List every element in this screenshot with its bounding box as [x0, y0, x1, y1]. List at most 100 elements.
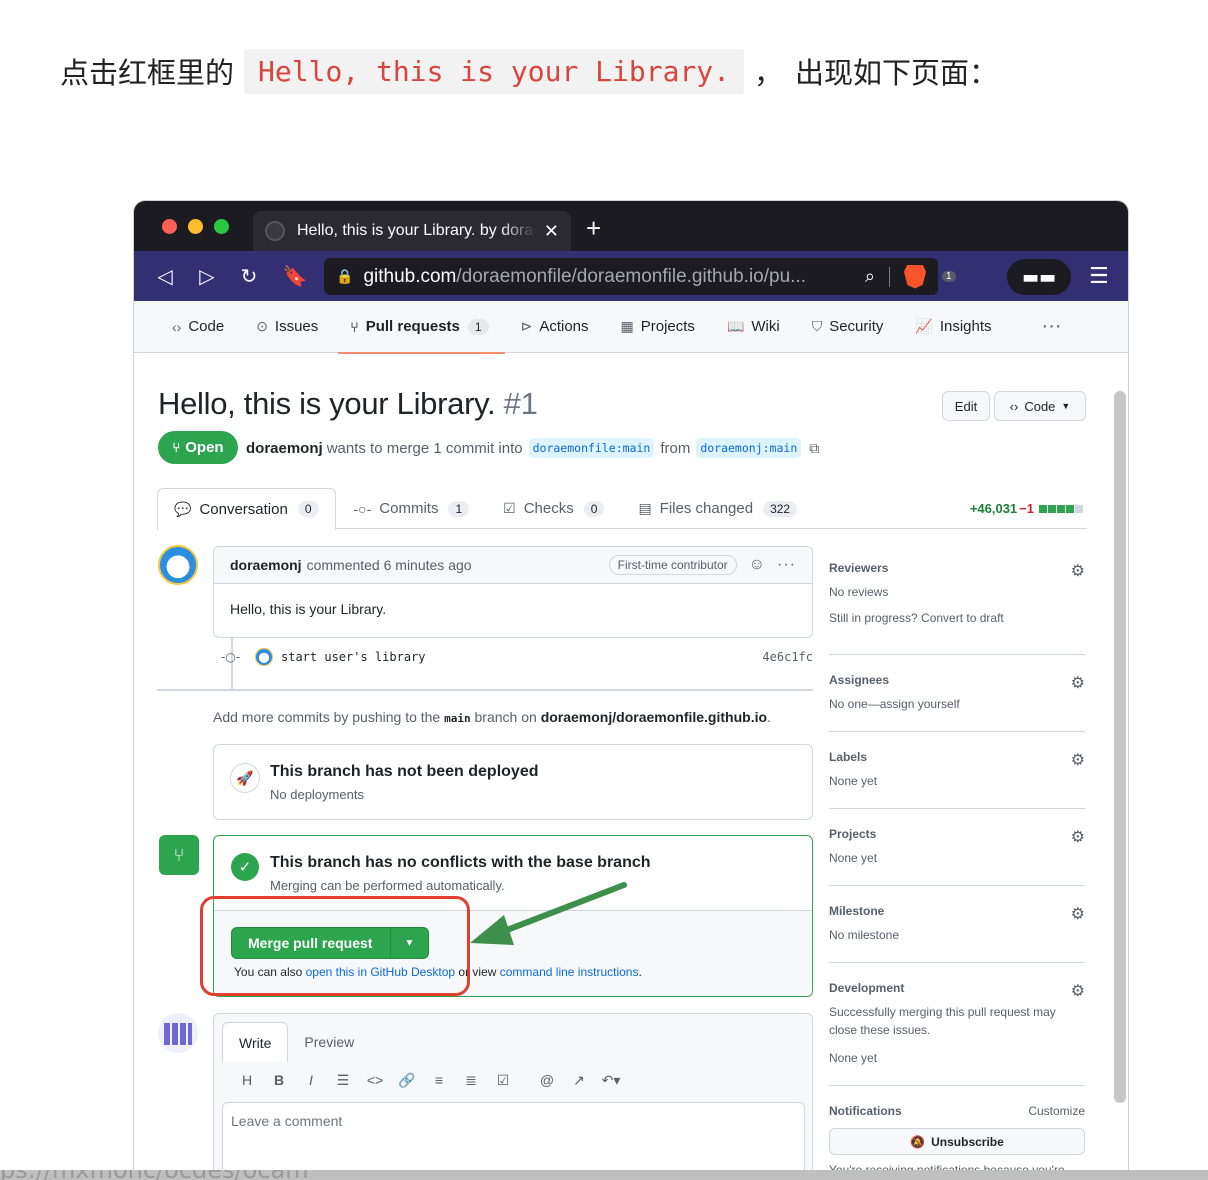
reply-icon[interactable]: ↶▾	[595, 1072, 627, 1089]
sidebar-text: No reviews	[829, 585, 889, 599]
tab-conversation[interactable]: 💬 Conversation 0	[157, 488, 336, 530]
commit-message[interactable]: start user's library	[281, 650, 426, 664]
tab-commits[interactable]: -○- Commits 1	[338, 488, 486, 529]
comment-meta[interactable]: commented 6 minutes ago	[307, 557, 472, 573]
close-tab-icon[interactable]: ✕	[544, 221, 559, 242]
edit-button[interactable]: Edit	[942, 391, 990, 421]
tab-count: 0	[297, 501, 319, 517]
back-icon[interactable]: ◁	[152, 263, 178, 289]
repo-tab-issues[interactable]: ⊙ Issues	[256, 301, 318, 353]
sidebar-title[interactable]: Milestone	[829, 904, 1085, 918]
overlay-text: ps://mxmonc/ocdes/ocam	[0, 1170, 309, 1180]
browser-tab[interactable]: Hello, this is your Library. by doraemon…	[253, 211, 571, 251]
pr-author-link[interactable]: doraemonj	[246, 440, 323, 457]
kebab-menu-icon[interactable]: ···	[777, 556, 796, 574]
code-dropdown-button[interactable]: ‹› Code ▼	[994, 391, 1086, 421]
play-icon: ⊳	[520, 318, 533, 334]
head-branch[interactable]: doraemonj:main	[696, 438, 802, 458]
intro-prefix: 点击红框里的	[60, 56, 235, 90]
mention-icon[interactable]: @	[531, 1072, 563, 1089]
comment-textarea[interactable]: Leave a comment	[222, 1102, 805, 1179]
brave-shield-icon[interactable]	[904, 264, 926, 289]
git-merge-icon: ⑂	[159, 835, 199, 875]
sidebar-milestone: Milestone ⚙ No milestone	[829, 886, 1085, 963]
sidebar-title[interactable]: Labels	[829, 750, 1085, 764]
repo-tab-label: Wiki	[751, 318, 780, 335]
assign-yourself-link[interactable]: No one—assign yourself	[829, 695, 1085, 713]
task-list-icon[interactable]: ☑	[487, 1072, 519, 1089]
search-icon[interactable]: ⌕	[865, 266, 875, 287]
scrollbar[interactable]	[1114, 391, 1126, 1103]
private-glasses-icon[interactable]: ▬▬	[1007, 259, 1071, 295]
sidebar-title[interactable]: Assignees	[829, 673, 1085, 687]
sidebar-projects: Projects ⚙ None yet	[829, 809, 1085, 886]
smiley-icon[interactable]: ☺	[749, 556, 765, 574]
heading-icon[interactable]: H	[231, 1072, 263, 1089]
bold-icon[interactable]: B	[263, 1072, 295, 1089]
tab-preview[interactable]: Preview	[288, 1022, 370, 1062]
reload-icon[interactable]: ↻	[236, 263, 262, 289]
repo-tab-projects[interactable]: ▦ Projects	[621, 301, 695, 353]
address-bar[interactable]: 🔒 github.com /doraemonfile/doraemonfile.…	[324, 258, 956, 295]
gear-icon[interactable]: ⚙	[1071, 904, 1085, 924]
gear-icon[interactable]: ⚙	[1071, 827, 1085, 847]
italic-icon[interactable]: I	[295, 1072, 327, 1089]
commit-sha[interactable]: 4e6c1fc	[762, 650, 813, 664]
repo-tab-label: Code	[188, 318, 225, 335]
cross-reference-icon[interactable]: ↗	[563, 1072, 595, 1089]
more-options-icon[interactable]: ···	[1042, 315, 1062, 338]
quote-icon[interactable]: ☰	[327, 1072, 359, 1089]
comment-author[interactable]: doraemonj	[230, 557, 302, 573]
hamburger-menu-icon[interactable]: ☰	[1089, 264, 1109, 289]
customize-link[interactable]: Customize	[1028, 1104, 1085, 1118]
commit-avatar[interactable]	[255, 648, 273, 666]
bookmark-icon[interactable]: 🔖	[282, 263, 308, 289]
comment-composer: Write Preview H B I ☰ <> 🔗 ≡ ≣ ☑ @ ↗ ↶▾ …	[213, 1013, 813, 1179]
copy-icon[interactable]: ⧉	[809, 440, 819, 457]
sidebar-title[interactable]: Projects	[829, 827, 1085, 841]
maximize-window-button[interactable]	[214, 219, 229, 234]
numbered-list-icon[interactable]: ≣	[455, 1072, 487, 1089]
forward-icon[interactable]: ▷	[194, 263, 220, 289]
bell-slash-icon: 🔕	[910, 1134, 926, 1149]
repo-tab-code[interactable]: ‹› Code	[172, 301, 224, 353]
pr-title-text: Hello, this is your Library.	[158, 386, 496, 421]
repo-tab-wiki[interactable]: 📖 Wiki	[727, 301, 780, 353]
repo-nav: ‹› Code ⊙ Issues ⑂ Pull requests 1 ⊳ Actions …	[134, 301, 1128, 354]
unsubscribe-button[interactable]: 🔕 Unsubscribe	[829, 1128, 1085, 1155]
tab-checks[interactable]: ☑ Checks 0	[487, 488, 620, 529]
repo-tab-label: Pull requests	[365, 318, 460, 335]
repo-tab-security[interactable]: ⛉ Security	[812, 301, 884, 353]
close-window-button[interactable]	[162, 219, 177, 234]
tab-label: Files changed	[659, 500, 754, 517]
bullet-list-icon[interactable]: ≡	[423, 1072, 455, 1089]
shield-icon: ⛉	[811, 318, 823, 334]
sidebar-title[interactable]: Reviewers	[829, 561, 1085, 575]
push-hint-repo[interactable]: doraemonj/doraemonfile.github.io	[541, 709, 767, 725]
avatar[interactable]	[158, 545, 198, 585]
pr-title: Hello, this is your Library. #1	[158, 386, 538, 422]
base-branch[interactable]: doraemonfile:main	[528, 438, 655, 458]
gear-icon[interactable]: ⚙	[1071, 750, 1085, 770]
repo-tab-pull-requests[interactable]: ⑂ Pull requests 1	[338, 301, 505, 354]
sidebar-reviewers: Reviewers ⚙ No reviews Still in progress…	[829, 553, 1085, 655]
sidebar-text: None yet	[829, 1051, 878, 1065]
convert-to-draft-link[interactable]: Still in progress? Convert to draft	[829, 609, 1085, 627]
pr-sidebar: Reviewers ⚙ No reviews Still in progress…	[829, 553, 1085, 1179]
sidebar-title[interactable]: Development	[829, 981, 1085, 995]
gear-icon[interactable]: ⚙	[1071, 673, 1085, 693]
gear-icon[interactable]: ⚙	[1071, 981, 1085, 1001]
gear-icon[interactable]: ⚙	[1071, 561, 1085, 581]
code-icon[interactable]: <>	[359, 1072, 391, 1089]
tab-write[interactable]: Write	[222, 1022, 289, 1062]
link-icon[interactable]: 🔗	[391, 1072, 423, 1089]
tab-files-changed[interactable]: ▤ Files changed 322	[622, 488, 813, 529]
repo-tab-insights[interactable]: 📈 Insights	[915, 301, 991, 353]
avatar[interactable]	[158, 1013, 198, 1053]
pull-request-icon: ⑂	[172, 440, 181, 455]
command-line-link[interactable]: command line instructions	[500, 965, 639, 979]
minimize-window-button[interactable]	[188, 219, 203, 234]
push-hint-middle: branch on	[474, 709, 537, 725]
repo-tab-actions[interactable]: ⊳ Actions	[521, 301, 589, 353]
new-tab-button[interactable]: +	[586, 215, 601, 241]
